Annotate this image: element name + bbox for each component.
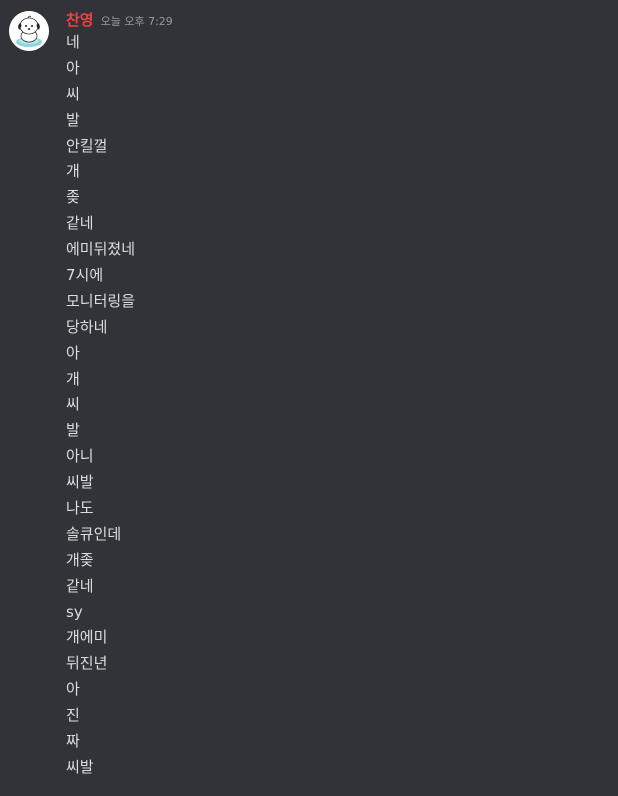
message-line: 아니 — [66, 447, 94, 466]
message-line: 개좆 — [66, 550, 94, 569]
message-line: 7시에 — [66, 266, 104, 285]
message-line: 씨 — [66, 395, 80, 414]
message-line: 발 — [66, 110, 80, 129]
message-line: 발 — [66, 421, 80, 440]
puppy-avatar-icon — [9, 11, 49, 51]
message-line: 같네 — [66, 214, 94, 233]
message-header: 찬영 오늘 오후 7:29 — [66, 10, 173, 30]
chat-area: 찬영 오늘 오후 7:29 네 아 씨 발 안킬껄 개 좆 같네 에미뒤졌네 7시에 모니터링을 당하… — [0, 0, 618, 796]
message-line: 개 — [66, 369, 80, 388]
message-line: 솔큐인데 — [66, 524, 122, 543]
message-line: 네 — [66, 33, 80, 51]
avatar[interactable] — [9, 11, 49, 51]
message-line: 뒤진년 — [66, 654, 108, 673]
message-line: sy — [66, 602, 83, 621]
message-line: 에미뒤졌네 — [66, 240, 136, 259]
message-line: 나도 — [66, 499, 94, 518]
message-line: 진 — [66, 706, 80, 725]
message-line: 당하네 — [66, 317, 108, 336]
message-line: 짜 — [66, 732, 80, 751]
message-line: 씨발 — [66, 757, 94, 776]
message-line: 개 — [66, 162, 80, 181]
message-line: 씨발 — [66, 473, 94, 492]
message-line: 좆 — [66, 188, 80, 207]
message-lines: 네 아 씨 발 안킬껄 개 좆 같네 에미뒤졌네 7시에 모니터링을 당하네 아 개 씨 발 아니 씨발 나도 솔큐인… — [66, 30, 135, 781]
message-line: 씨 — [66, 84, 80, 103]
message-timestamp: 오늘 오후 7:29 — [100, 15, 173, 28]
author-name[interactable]: 찬영 — [66, 10, 94, 30]
message-line: 아 — [66, 58, 80, 77]
message-line: 같네 — [66, 576, 94, 595]
message-line: 아 — [66, 680, 80, 699]
message-line: 안킬껄 — [66, 136, 108, 155]
message-line: 개에미 — [66, 628, 108, 647]
message-line: 아 — [66, 343, 80, 362]
message-line: 모니터링을 — [66, 291, 136, 310]
